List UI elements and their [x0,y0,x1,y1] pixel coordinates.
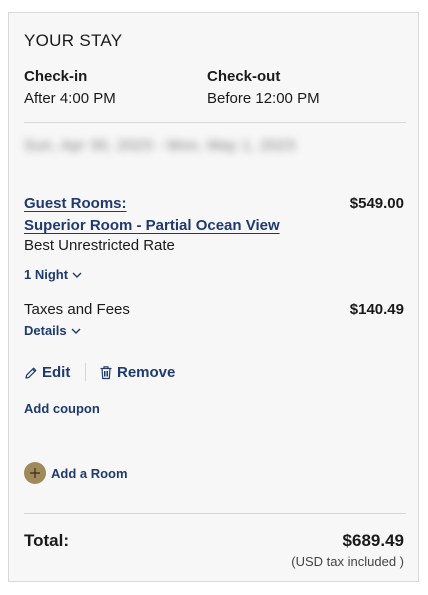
details-label: Details [24,323,67,338]
section-title: YOUR STAY [24,31,123,50]
divider [24,122,406,123]
pencil-icon [25,367,37,379]
stay-dates: Sun, Apr 30, 2023 - Mon, May 1, 2023 [24,137,296,154]
trash-icon [100,366,112,380]
checkin-label: Check-in [24,68,88,85]
details-toggle[interactable]: Details [24,323,81,338]
checkout-value: Before 12:00 PM [207,90,320,107]
edit-button[interactable]: Edit [24,364,70,381]
tax-note: (USD tax included ) [291,554,404,569]
taxes-fees-amount: $140.49 [349,301,404,318]
remove-label: Remove [117,364,176,381]
nights-toggle[interactable]: 1 Night [24,267,82,282]
add-coupon-link[interactable]: Add coupon [24,401,100,416]
room-type-label[interactable]: Guest Rooms: [24,195,127,212]
room-name-link[interactable]: Guest Rooms: Superior Room - Partial Oce… [24,193,314,237]
divider [24,513,406,514]
total-label: Total: [24,531,70,550]
chevron-down-icon [72,272,82,278]
add-room-button[interactable]: Add a Room [24,462,128,484]
rate-name: Best Unrestricted Rate [24,237,175,254]
plus-circle-icon [24,462,46,484]
room-price: $549.00 [349,195,404,212]
action-separator [85,363,86,381]
remove-button[interactable]: Remove [99,364,175,381]
your-stay-card: YOUR STAY Check-in After 4:00 PM Check-o… [8,12,419,582]
add-coupon-label: Add coupon [24,401,100,416]
edit-label: Edit [42,364,71,381]
add-room-label: Add a Room [51,465,128,481]
total-amount: $689.49 [342,531,404,550]
taxes-fees-label: Taxes and Fees [24,301,130,318]
chevron-down-icon [71,328,81,334]
room-name-label[interactable]: Superior Room - Partial Ocean View [24,217,280,234]
nights-label: 1 Night [24,267,69,282]
checkin-value: After 4:00 PM [24,90,116,107]
checkout-label: Check-out [207,68,281,85]
